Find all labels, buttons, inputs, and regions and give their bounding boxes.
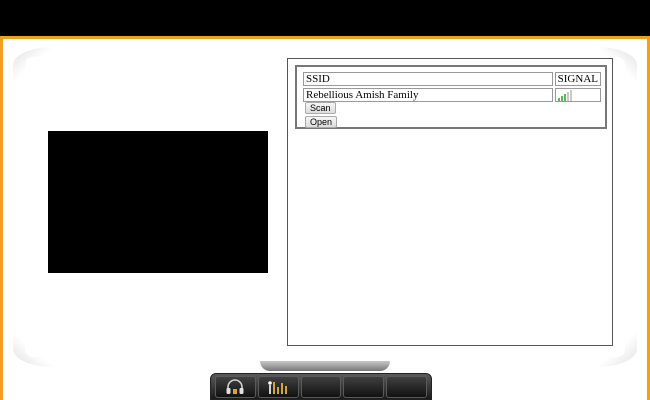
signal-bar: [566, 91, 569, 101]
signal-bar: [557, 97, 560, 101]
app-window: SSID SIGNAL Rebellious Amish Family Scan…: [0, 0, 650, 400]
signal-bar: [569, 89, 572, 101]
signal-bar: [563, 93, 566, 101]
tv-stand: [260, 361, 390, 371]
top-bar: [0, 0, 650, 36]
scan-button[interactable]: Scan: [305, 102, 336, 114]
signal-bar: [560, 95, 563, 101]
dock-button-equalizer[interactable]: [257, 376, 299, 398]
table-row[interactable]: Rebellious Amish Family: [303, 88, 601, 102]
dock-button-4[interactable]: [343, 376, 385, 398]
equalizer-icon: [268, 381, 288, 394]
dock-button-headphones[interactable]: [215, 376, 256, 398]
bottom-dock: [210, 373, 432, 400]
ssid-column-header: SSID: [303, 72, 553, 86]
signal-column-header: SIGNAL: [554, 72, 601, 86]
open-button[interactable]: Open: [305, 116, 338, 128]
dock-button-3[interactable]: [300, 376, 342, 398]
network-signal: [554, 88, 601, 102]
networks-table: SSID SIGNAL Rebellious Amish Family: [301, 70, 603, 104]
dock-button-5[interactable]: [386, 376, 427, 398]
wifi-network-list: SSID SIGNAL Rebellious Amish Family Scan…: [295, 65, 607, 129]
signal-strength-icon: [557, 89, 572, 101]
headphones-icon: [226, 379, 244, 394]
network-ssid[interactable]: Rebellious Amish Family: [303, 88, 553, 102]
video-preview[interactable]: [48, 131, 268, 273]
networks-header-row: SSID SIGNAL: [303, 72, 601, 86]
wifi-panel: SSID SIGNAL Rebellious Amish Family Scan…: [287, 58, 613, 346]
